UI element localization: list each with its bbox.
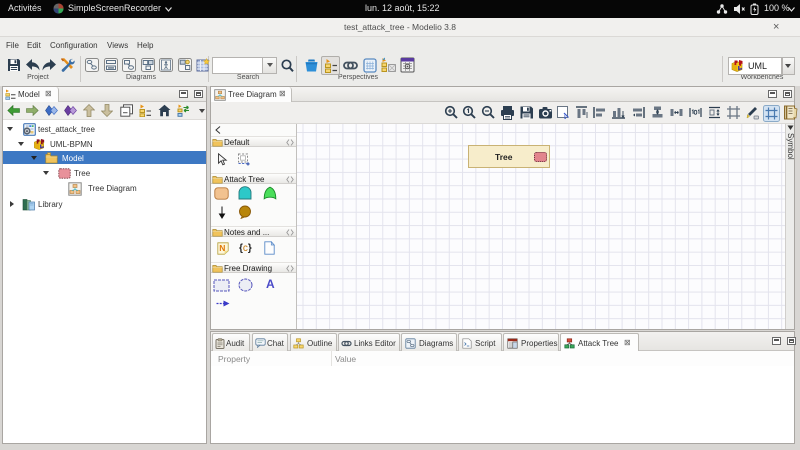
svg-text:N: N	[219, 243, 225, 253]
